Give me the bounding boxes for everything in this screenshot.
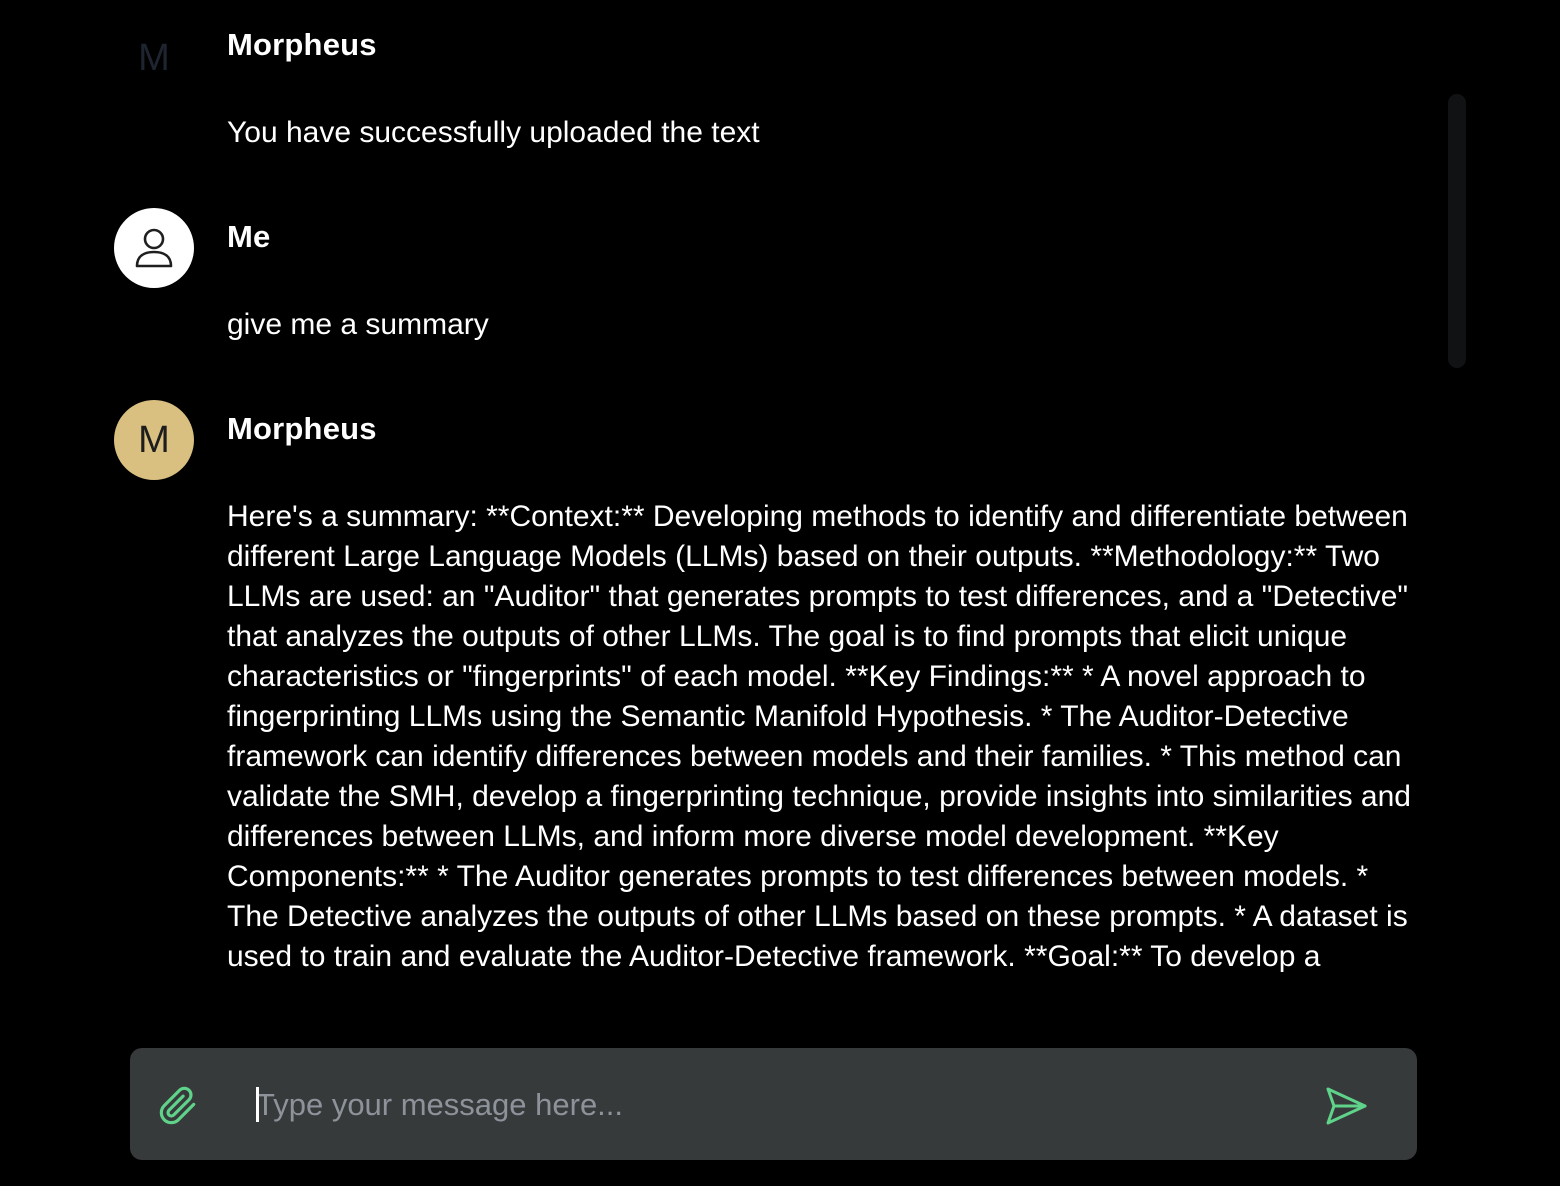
sender-name: Morpheus [227, 27, 377, 62]
user-avatar [114, 208, 194, 288]
bot-avatar: M [114, 400, 194, 480]
send-icon [1326, 1087, 1367, 1125]
sender-name: Me [227, 219, 271, 254]
paperclip-icon [159, 1086, 196, 1125]
text-cursor [256, 1087, 259, 1122]
avatar-letter: M [138, 418, 170, 461]
send-button[interactable] [1318, 1078, 1374, 1134]
attach-button[interactable] [154, 1082, 202, 1130]
message-list[interactable]: M Morpheus You have successfully uploade… [0, 0, 1440, 1030]
message-input[interactable] [256, 1080, 1296, 1130]
message-text: You have successfully uploaded the text [227, 116, 760, 149]
sender-name: Morpheus [227, 411, 377, 446]
user-icon [135, 228, 173, 268]
message-text: Here's a summary: **Context:** Developin… [227, 500, 1411, 973]
scrollbar[interactable] [1448, 94, 1466, 368]
message-text: give me a summary [227, 308, 489, 341]
chat-app: M Morpheus You have successfully uploade… [0, 0, 1560, 1186]
avatar-letter: M [138, 36, 170, 79]
bot-avatar: M [114, 18, 194, 98]
